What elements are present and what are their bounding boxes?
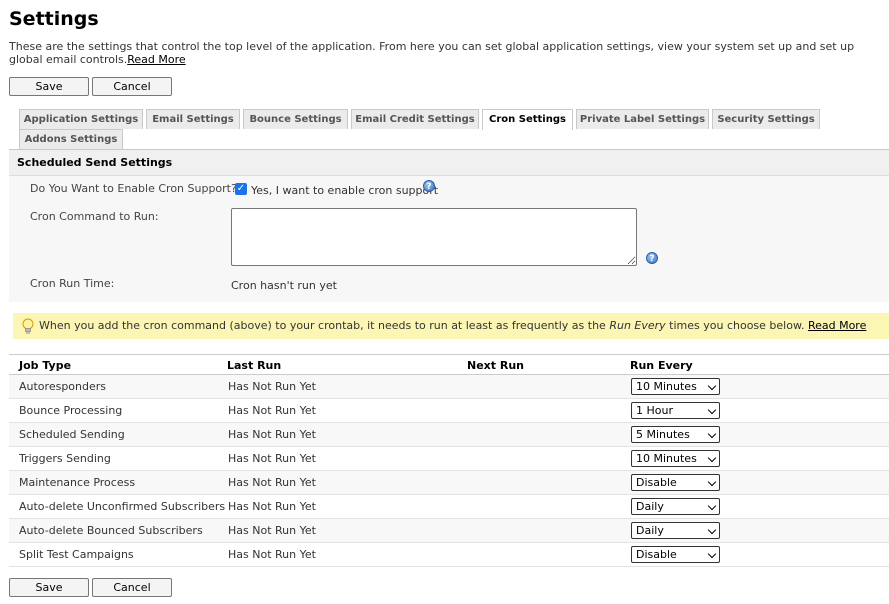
page-intro: These are the settings that control the …: [9, 40, 884, 66]
job-type-cell: Maintenance Process: [19, 476, 136, 489]
note-read-more-link[interactable]: Read More: [808, 319, 866, 332]
header-next-run: Next Run: [467, 359, 524, 372]
last-run-cell: Has Not Run Yet: [228, 524, 316, 537]
run-every-value: Disable: [636, 548, 677, 561]
last-run-cell: Has Not Run Yet: [228, 476, 316, 489]
run-every-select[interactable]: Daily: [631, 522, 720, 539]
tab-email-credit-settings[interactable]: Email Credit Settings: [351, 109, 479, 129]
run-every-value: Daily: [636, 524, 664, 537]
save-button-top[interactable]: Save: [9, 77, 89, 96]
run-every-select[interactable]: 1 Hour: [631, 402, 720, 419]
run-every-select[interactable]: Daily: [631, 498, 720, 515]
chevron-down-icon: [707, 381, 717, 391]
job-type-cell: Auto-delete Bounced Subscribers: [19, 524, 203, 537]
cancel-button-top[interactable]: Cancel: [92, 77, 172, 96]
chevron-down-icon: [707, 525, 717, 535]
job-type-cell: Bounce Processing: [19, 404, 123, 417]
run-every-value: Daily: [636, 500, 664, 513]
table-row: Scheduled Sending Has Not Run Yet 5 Minu…: [9, 423, 889, 447]
job-type-cell: Autoresponders: [19, 380, 107, 393]
job-type-cell: Scheduled Sending: [19, 428, 125, 441]
last-run-cell: Has Not Run Yet: [228, 380, 316, 393]
table-row: Bounce Processing Has Not Run Yet 1 Hour: [9, 399, 889, 423]
job-type-cell: Auto-delete Unconfirmed Subscribers: [19, 500, 226, 513]
tab-email-settings[interactable]: Email Settings: [146, 109, 240, 129]
run-every-value: 10 Minutes: [636, 380, 697, 393]
run-every-select[interactable]: 10 Minutes: [631, 378, 720, 395]
intro-read-more-link[interactable]: Read More: [127, 53, 185, 66]
chevron-down-icon: [707, 453, 717, 463]
job-type-cell: Triggers Sending: [19, 452, 111, 465]
run-every-select[interactable]: Disable: [631, 474, 720, 491]
run-every-select[interactable]: 10 Minutes: [631, 450, 720, 467]
chevron-down-icon: [707, 549, 717, 559]
last-run-cell: Has Not Run Yet: [228, 452, 316, 465]
table-row: Autoresponders Has Not Run Yet 10 Minute…: [9, 375, 889, 399]
chevron-down-icon: [707, 477, 717, 487]
help-icon[interactable]: ?: [646, 252, 658, 264]
header-run-every: Run Every: [630, 359, 693, 372]
help-icon[interactable]: ?: [423, 180, 435, 192]
tab-private-label-settings[interactable]: Private Label Settings: [576, 109, 709, 129]
cancel-button-bottom[interactable]: Cancel: [92, 578, 172, 597]
tab-cron-settings[interactable]: Cron Settings: [482, 109, 573, 130]
chevron-down-icon: [707, 429, 717, 439]
lightbulb-icon: [22, 318, 34, 334]
table-row: Auto-delete Bounced Subscribers Has Not …: [9, 519, 889, 543]
save-button-bottom[interactable]: Save: [9, 578, 89, 597]
tab-bounce-settings[interactable]: Bounce Settings: [243, 109, 348, 129]
run-every-select[interactable]: 5 Minutes: [631, 426, 720, 443]
note-text-after: times you choose below.: [665, 319, 808, 332]
page-title: Settings: [9, 8, 99, 30]
tab-addons-settings[interactable]: Addons Settings: [19, 129, 123, 149]
run-every-select[interactable]: Disable: [631, 546, 720, 563]
enable-cron-checkbox[interactable]: ✓: [235, 183, 247, 195]
tab-security-settings[interactable]: Security Settings: [712, 109, 820, 129]
cron-run-time-label: Cron Run Time:: [30, 277, 115, 290]
run-every-value: 5 Minutes: [636, 428, 690, 441]
last-run-cell: Has Not Run Yet: [228, 500, 316, 513]
table-row: Auto-delete Unconfirmed Subscribers Has …: [9, 495, 889, 519]
cron-run-time-value: Cron hasn't run yet: [231, 279, 337, 292]
last-run-cell: Has Not Run Yet: [228, 548, 316, 561]
enable-cron-checkbox-label[interactable]: Yes, I want to enable cron support: [251, 184, 438, 197]
header-job-type: Job Type: [19, 359, 72, 372]
tab-application-settings[interactable]: Application Settings: [19, 109, 143, 129]
last-run-cell: Has Not Run Yet: [228, 404, 316, 417]
chevron-down-icon: [707, 501, 717, 511]
run-every-value: 1 Hour: [636, 404, 673, 417]
cron-command-input[interactable]: [231, 208, 637, 266]
cron-command-label: Cron Command to Run:: [30, 210, 159, 223]
last-run-cell: Has Not Run Yet: [228, 428, 316, 441]
table-header: Job Type Last Run Next Run Run Every: [9, 354, 889, 375]
run-every-value: 10 Minutes: [636, 452, 697, 465]
table-row: Split Test Campaigns Has Not Run Yet Dis…: [9, 543, 889, 567]
header-last-run: Last Run: [227, 359, 282, 372]
chevron-down-icon: [707, 405, 717, 415]
job-type-cell: Split Test Campaigns: [19, 548, 134, 561]
note-text-emphasis: Run Every: [609, 319, 666, 332]
note-text-before: When you add the cron command (above) to…: [39, 319, 610, 332]
section-title: Scheduled Send Settings: [9, 150, 889, 176]
table-row: Maintenance Process Has Not Run Yet Disa…: [9, 471, 889, 495]
cron-frequency-note: When you add the cron command (above) to…: [13, 313, 889, 339]
enable-cron-label: Do You Want to Enable Cron Support?: [30, 182, 237, 195]
table-row: Triggers Sending Has Not Run Yet 10 Minu…: [9, 447, 889, 471]
run-every-value: Disable: [636, 476, 677, 489]
